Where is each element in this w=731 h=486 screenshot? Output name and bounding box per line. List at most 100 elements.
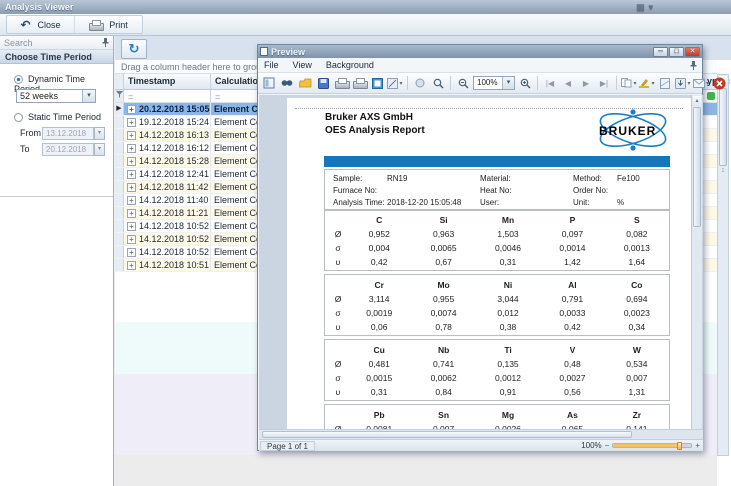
preview-horizontal-scrollbar[interactable] bbox=[259, 429, 703, 439]
static-time-period-option[interactable]: Static Time Period bbox=[14, 112, 101, 122]
element-table: PbSnMgAsZrØ0,00810,0070,00260,0650,141 bbox=[324, 404, 670, 429]
expand-icon[interactable]: + bbox=[127, 209, 136, 218]
window-titlebar[interactable]: Analysis Viewer ▦ ▾ bbox=[0, 0, 731, 14]
expand-icon[interactable]: + bbox=[127, 131, 136, 140]
expand-icon[interactable]: + bbox=[127, 157, 136, 166]
grid-vertical-scrollbar[interactable]: ▲ ↕ bbox=[717, 74, 729, 456]
save-icon[interactable] bbox=[315, 75, 331, 91]
from-date-picker-button[interactable]: ▾ bbox=[94, 127, 105, 140]
window-title: Analysis Viewer bbox=[5, 2, 73, 12]
to-date-picker-button[interactable]: ▾ bbox=[94, 143, 105, 156]
sidebar: Search Choose Time Period Dynamic Time P… bbox=[0, 36, 114, 486]
watermark-icon[interactable] bbox=[657, 75, 673, 91]
value-cell: 0,481 bbox=[347, 357, 411, 371]
value-cell: 3,044 bbox=[476, 292, 540, 306]
expand-icon[interactable]: + bbox=[127, 144, 136, 153]
report-info-box: Sample:RN19 Furnace No: Analysis Time:20… bbox=[324, 169, 670, 211]
radio-unselected-icon[interactable] bbox=[14, 113, 23, 122]
magnifier-icon[interactable] bbox=[430, 75, 446, 91]
export-icon[interactable]: ▾ bbox=[675, 75, 691, 91]
multiple-pages-icon[interactable]: ▾ bbox=[621, 75, 637, 91]
print-icon[interactable] bbox=[333, 75, 349, 91]
close-window-button[interactable]: ✕ bbox=[685, 47, 700, 57]
close-button[interactable]: ↶ Close bbox=[7, 16, 74, 33]
first-page-icon[interactable]: |◀ bbox=[542, 75, 558, 91]
menu-view[interactable]: View bbox=[293, 60, 312, 70]
timestamp-cell: 14.12.2018 11:42 bbox=[139, 182, 208, 192]
zoom-level-combo[interactable]: 100% ▾ bbox=[473, 76, 515, 90]
radio-selected-icon[interactable] bbox=[14, 75, 23, 84]
expand-icon[interactable]: + bbox=[127, 183, 136, 192]
scroll-up-icon[interactable]: ▲ bbox=[693, 96, 701, 106]
dropdown-chevron-icon[interactable]: ▾ bbox=[82, 90, 95, 102]
expand-icon[interactable]: + bbox=[127, 118, 136, 127]
timestamp-filter-cell[interactable]: = bbox=[124, 90, 211, 102]
background-band-gray bbox=[115, 455, 717, 486]
expand-icon[interactable]: + bbox=[127, 196, 136, 205]
chevron-down-icon[interactable]: ▾ bbox=[648, 2, 653, 12]
zoom-plus-button[interactable]: + bbox=[695, 442, 700, 450]
search-label: Search bbox=[4, 38, 33, 48]
expand-icon[interactable]: + bbox=[127, 261, 136, 270]
print-options-icon[interactable] bbox=[351, 75, 367, 91]
open-icon[interactable] bbox=[297, 75, 313, 91]
expand-icon[interactable]: + bbox=[127, 235, 136, 244]
search-panel-header[interactable]: Search bbox=[0, 36, 113, 50]
scrollbar-thumb[interactable] bbox=[262, 431, 632, 438]
hand-tool-icon[interactable] bbox=[412, 75, 428, 91]
pin-icon[interactable] bbox=[690, 61, 697, 70]
pin-icon[interactable] bbox=[102, 38, 109, 47]
previous-page-icon[interactable]: ◀ bbox=[560, 75, 576, 91]
last-page-icon[interactable]: ▶| bbox=[596, 75, 612, 91]
menu-background[interactable]: Background bbox=[326, 60, 374, 70]
scrollbar-grip-icon[interactable]: ↕ bbox=[719, 167, 727, 174]
email-icon[interactable]: ▾ bbox=[693, 75, 709, 91]
element-header: Mg bbox=[476, 408, 540, 422]
weeks-dropdown[interactable]: 52 weeks ▾ bbox=[16, 89, 96, 103]
to-date-field[interactable]: 20.12.2018 ▾ bbox=[42, 143, 94, 156]
report-company: Bruker AXS GmbH bbox=[325, 112, 413, 123]
scrollbar-thumb[interactable] bbox=[719, 88, 727, 166]
value-cell: 0,963 bbox=[411, 227, 475, 241]
maximize-button[interactable]: □ bbox=[669, 47, 684, 57]
close-preview-icon[interactable] bbox=[711, 75, 727, 91]
timestamp-cell: 20.12.2018 15:05 bbox=[139, 104, 210, 114]
search-icon[interactable] bbox=[279, 75, 295, 91]
scale-options-icon[interactable]: ▾ bbox=[387, 75, 403, 91]
grid-layout-icon[interactable]: ▦ bbox=[636, 2, 645, 12]
to-label: To bbox=[20, 144, 30, 154]
preview-menubar: File View Background bbox=[258, 58, 702, 73]
customize-icon[interactable] bbox=[261, 75, 277, 91]
expand-icon[interactable]: + bbox=[127, 222, 136, 231]
zoom-minus-button[interactable]: − bbox=[605, 442, 610, 450]
value-cell: 0,141 bbox=[605, 422, 669, 429]
clipped-filter-cell[interactable] bbox=[703, 90, 717, 102]
page-setup-icon[interactable] bbox=[369, 75, 385, 91]
toolbar-overflow-icon[interactable]: ⁞ bbox=[729, 80, 731, 86]
print-button[interactable]: Print bbox=[74, 16, 142, 33]
scrollbar-thumb[interactable] bbox=[693, 107, 701, 227]
refresh-button[interactable]: ↻ bbox=[121, 39, 147, 59]
zoom-in-icon[interactable] bbox=[517, 75, 533, 91]
column-header-timestamp[interactable]: Timestamp bbox=[124, 74, 211, 89]
preview-vertical-scrollbar[interactable]: ▲ bbox=[691, 95, 702, 429]
zoom-slider[interactable] bbox=[612, 443, 692, 448]
minimize-button[interactable]: ─ bbox=[653, 47, 668, 57]
next-page-icon[interactable]: ▶ bbox=[578, 75, 594, 91]
value-cell: 0,0012 bbox=[476, 371, 540, 385]
from-date-field[interactable]: 13.12.2018 ▾ bbox=[42, 127, 94, 140]
preview-statusbar: Page 1 of 1 100% − + bbox=[259, 439, 703, 451]
zoom-slider-knob[interactable] bbox=[677, 442, 682, 450]
expand-icon[interactable]: + bbox=[127, 248, 136, 257]
page-color-icon[interactable]: ▾ bbox=[639, 75, 655, 91]
preview-toolbar: ▾ 100% ▾ |◀ ◀ ▶ ▶| ▾ ▾ ▾ ▾ ⁞ bbox=[258, 73, 702, 94]
preview-titlebar[interactable]: Preview ─ □ ✕ bbox=[258, 45, 702, 58]
expand-icon[interactable]: + bbox=[127, 170, 136, 179]
menu-file[interactable]: File bbox=[264, 60, 279, 70]
preview-title: Preview bbox=[271, 47, 305, 57]
value-cell: 0,0033 bbox=[540, 306, 604, 320]
filter-funnel-cell[interactable] bbox=[115, 90, 124, 102]
zoom-combo-chevron-icon[interactable]: ▾ bbox=[502, 77, 514, 89]
expand-icon[interactable]: + bbox=[127, 105, 136, 114]
zoom-out-icon[interactable] bbox=[455, 75, 471, 91]
